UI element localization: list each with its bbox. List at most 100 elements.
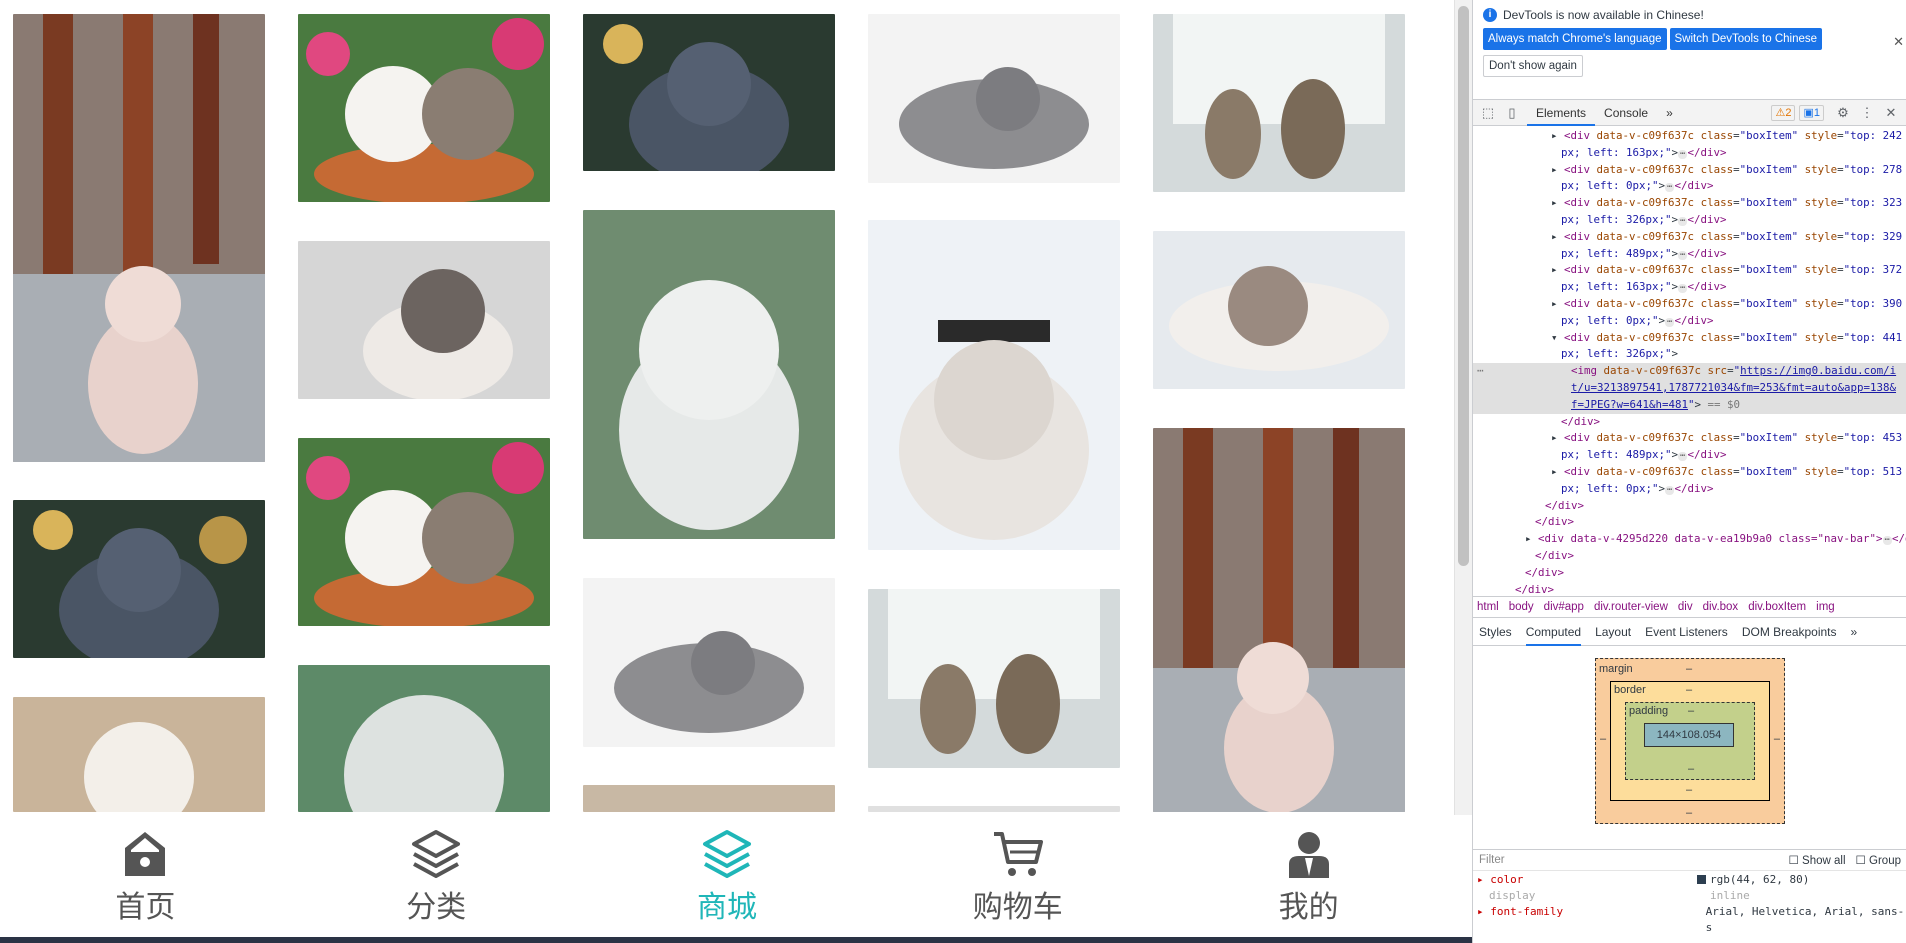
border-top: – — [1686, 684, 1693, 696]
layers-icon — [702, 830, 751, 878]
device-toggle-icon[interactable]: ▯ — [1503, 104, 1521, 122]
margin-left: – — [1600, 733, 1607, 745]
group-label: Group — [1869, 855, 1901, 867]
nav-label-home: 首页 — [115, 890, 176, 925]
nav-label-mall: 商城 — [696, 890, 757, 925]
nav-item-category[interactable]: 分类 — [291, 812, 582, 937]
content-box: 144×108.054 — [1644, 723, 1734, 747]
crumb-body[interactable]: body — [1509, 601, 1534, 613]
match-language-button[interactable]: Always match Chrome's language — [1483, 28, 1667, 50]
computed-properties: ▸ color rgb(44, 62, 80) display inline ▸ f… — [1473, 872, 1906, 936]
cart-icon — [993, 832, 1043, 876]
cat-image[interactable] — [1153, 231, 1405, 389]
dont-show-button[interactable]: Don't show again — [1483, 55, 1583, 77]
warning-count: 2 — [1785, 106, 1792, 119]
breadcrumb: html body div#app div.router-view div di… — [1473, 596, 1906, 618]
cat-image[interactable] — [1153, 14, 1405, 192]
warning-badge[interactable]: ⚠2 — [1771, 104, 1796, 121]
close-icon[interactable]: ✕ — [1893, 34, 1904, 50]
nav-item-mall[interactable]: 商城 — [582, 812, 873, 937]
group-checkbox[interactable]: ☐ Group — [1856, 853, 1901, 867]
tab-elements[interactable]: Elements — [1527, 100, 1596, 126]
cat-image[interactable] — [583, 14, 835, 171]
styles-subtabs: Styles Computed Layout Event Listeners D… — [1473, 618, 1906, 646]
attr: data-v-c09f637c — [1596, 330, 1695, 344]
gear-icon[interactable]: ⚙ — [1834, 104, 1852, 122]
devtools-panel: i DevTools is now available in Chinese! A… — [1472, 0, 1906, 943]
cat-image[interactable] — [1153, 428, 1405, 812]
switch-chinese-button[interactable]: Switch DevTools to Chinese — [1669, 28, 1823, 50]
user-icon — [1288, 832, 1329, 878]
message-badge[interactable]: ▣1 — [1799, 104, 1824, 121]
show-all-checkbox[interactable]: ☐ Show all — [1789, 853, 1846, 867]
padding-bottom: – — [1688, 763, 1695, 775]
crumb-router-view[interactable]: div.router-view — [1594, 601, 1668, 613]
nav-bar-node: <div data-v-4295d220 data-v-ea19b9a0 cla… — [1538, 532, 1883, 546]
nav-item-mine[interactable]: 我的 — [1163, 812, 1454, 937]
margin-bottom: – — [1686, 807, 1693, 819]
prop-row[interactable]: ▸ font-family Arial, Helvetica, Arial, sa… — [1473, 904, 1906, 936]
tab-dom-breakpoints[interactable]: DOM Breakpoints — [1742, 618, 1837, 646]
crumb-app[interactable]: div#app — [1544, 601, 1584, 613]
cat-image[interactable] — [298, 14, 550, 202]
attr: data-v-c09f637c — [1596, 162, 1695, 176]
prop-name: font-family — [1490, 905, 1564, 918]
elements-tree[interactable]: ▸ <div data-v-c09f637c class="boxItem" s… — [1473, 126, 1906, 596]
inspect-icon[interactable]: ⬚ — [1479, 104, 1497, 122]
nav-label-cart: 购物车 — [972, 890, 1063, 925]
tab-layout[interactable]: Layout — [1595, 618, 1631, 646]
cat-image[interactable] — [13, 14, 265, 462]
attr: data-v-c09f637c — [1596, 229, 1695, 243]
message-count: 1 — [1813, 106, 1820, 119]
layers-icon — [412, 830, 461, 878]
cat-image[interactable] — [13, 500, 265, 658]
cat-image[interactable] — [298, 241, 550, 399]
prop-name: display — [1489, 889, 1536, 902]
attr: data-v-c09f637c — [1596, 296, 1695, 310]
attr: data-v-c09f637c — [1603, 364, 1702, 378]
crumb-html[interactable]: html — [1477, 601, 1499, 613]
scrollbar-thumb[interactable] — [1458, 6, 1469, 566]
page-scrollbar[interactable] — [1454, 0, 1472, 815]
filter-input[interactable]: Filter — [1479, 854, 1789, 866]
tab-styles[interactable]: Styles — [1479, 618, 1512, 646]
more-subtabs-icon[interactable]: » — [1851, 618, 1858, 646]
nav-item-cart[interactable]: 购物车 — [872, 812, 1163, 937]
nav-item-home[interactable]: 首页 — [0, 812, 291, 937]
prop-row[interactable]: ▸ color rgb(44, 62, 80) — [1473, 872, 1906, 888]
tab-computed[interactable]: Computed — [1525, 618, 1582, 646]
crumb-div[interactable]: div — [1678, 601, 1693, 613]
cat-image[interactable] — [868, 589, 1120, 768]
cat-image[interactable] — [298, 438, 550, 626]
more-tabs-icon[interactable]: » — [1657, 100, 1682, 126]
attr: data-v-c09f637c — [1596, 196, 1695, 210]
cat-image[interactable] — [13, 697, 265, 812]
home-icon — [125, 832, 166, 876]
tab-event-listeners[interactable]: Event Listeners — [1645, 618, 1728, 646]
show-all-label: Show all — [1802, 855, 1846, 867]
margin-label: margin — [1599, 663, 1633, 675]
padding-top: – — [1688, 705, 1695, 717]
crumb-box[interactable]: div.box — [1703, 601, 1739, 613]
cat-image[interactable] — [868, 14, 1120, 183]
cat-image[interactable] — [583, 210, 835, 539]
cat-image[interactable] — [583, 785, 835, 812]
attr: data-v-c09f637c — [1596, 464, 1695, 478]
prop-name: color — [1490, 873, 1524, 886]
cat-image[interactable] — [583, 578, 835, 747]
nav-label-category: 分类 — [406, 890, 467, 925]
crumb-boxitem[interactable]: div.boxItem — [1748, 601, 1806, 613]
language-banner: i DevTools is now available in Chinese! A… — [1473, 0, 1906, 100]
app-viewport: 首页 分类 商城 购物车 我的 — [0, 0, 1454, 943]
kebab-menu-icon[interactable]: ⋮ — [1858, 104, 1876, 122]
cat-image[interactable] — [298, 665, 550, 812]
close-devtools-icon[interactable]: ✕ — [1882, 104, 1900, 122]
cat-image[interactable] — [868, 220, 1120, 550]
devtools-toolbar: ⬚ ▯ Elements Console » ⚠2 ▣1 ⚙ ⋮ ✕ — [1473, 100, 1906, 126]
border-box: border – – padding – – 144×108.054 — [1610, 681, 1770, 801]
prop-row[interactable]: display inline — [1473, 888, 1906, 904]
crumb-img[interactable]: img — [1816, 601, 1835, 613]
tab-console[interactable]: Console — [1595, 100, 1657, 126]
nav-label-mine: 我的 — [1278, 890, 1339, 925]
taskbar-strip — [0, 937, 1472, 943]
